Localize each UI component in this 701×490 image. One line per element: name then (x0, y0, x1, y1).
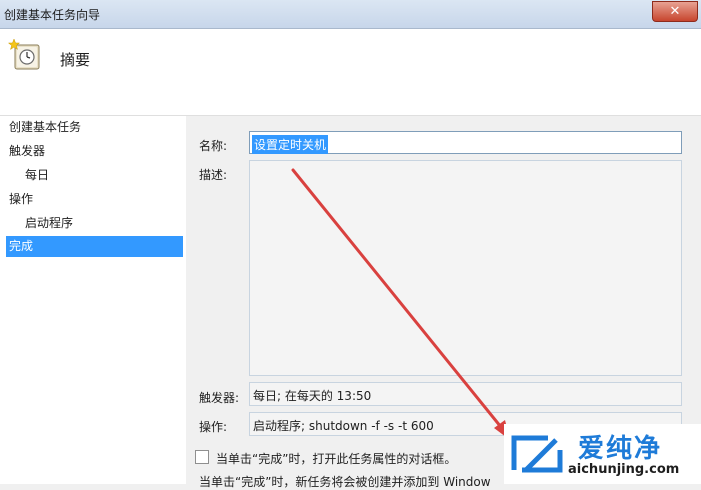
action-value: 启动程序; shutdown -f -s -t 600 (253, 419, 434, 433)
wizard-steps-pane: 创建基本任务 触发器 每日 操作 启动程序 完成 (0, 116, 186, 484)
trigger-value: 每日; 在每天的 13:50 (253, 389, 372, 403)
name-input[interactable]: 设置定时关机 (249, 131, 682, 154)
close-icon: ✕ (669, 4, 681, 19)
name-label: 名称: (199, 139, 228, 153)
open-properties-checkbox[interactable] (195, 450, 209, 464)
brand-text: 爱纯净 (578, 434, 663, 464)
step-action[interactable]: 操作 (9, 190, 33, 207)
task-clock-icon (7, 37, 44, 73)
name-value: 设置定时关机 (252, 135, 329, 154)
finish-note: 当单击“完成”时，新任务将会被创建并添加到 Window (199, 475, 491, 489)
trigger-field: 每日; 在每天的 13:50 (249, 382, 682, 406)
watermark: 爱纯净 aichunjing.com (504, 424, 701, 484)
description-textarea[interactable] (249, 160, 682, 376)
action-label: 操作: (199, 420, 228, 434)
close-button[interactable]: ✕ (652, 1, 698, 22)
brand-logo-icon (511, 435, 563, 473)
title-bar: 创建基本任务向导 ✕ (0, 0, 701, 29)
description-label: 描述: (199, 168, 228, 182)
step-trigger[interactable]: 触发器 (9, 142, 45, 159)
step-finish[interactable]: 完成 (6, 236, 183, 257)
trigger-label: 触发器: (199, 391, 240, 405)
window-title: 创建基本任务向导 (4, 8, 101, 22)
brand-url: aichunjing.com (568, 462, 680, 477)
open-properties-label[interactable]: 当单击“完成”时，打开此任务属性的对话框。 (216, 450, 456, 467)
step-start-program[interactable]: 启动程序 (25, 214, 73, 231)
page-title: 摘要 (60, 51, 91, 69)
wizard-header: 摘要 (0, 29, 701, 116)
step-daily[interactable]: 每日 (25, 166, 49, 183)
step-create-basic-task[interactable]: 创建基本任务 (9, 118, 81, 135)
